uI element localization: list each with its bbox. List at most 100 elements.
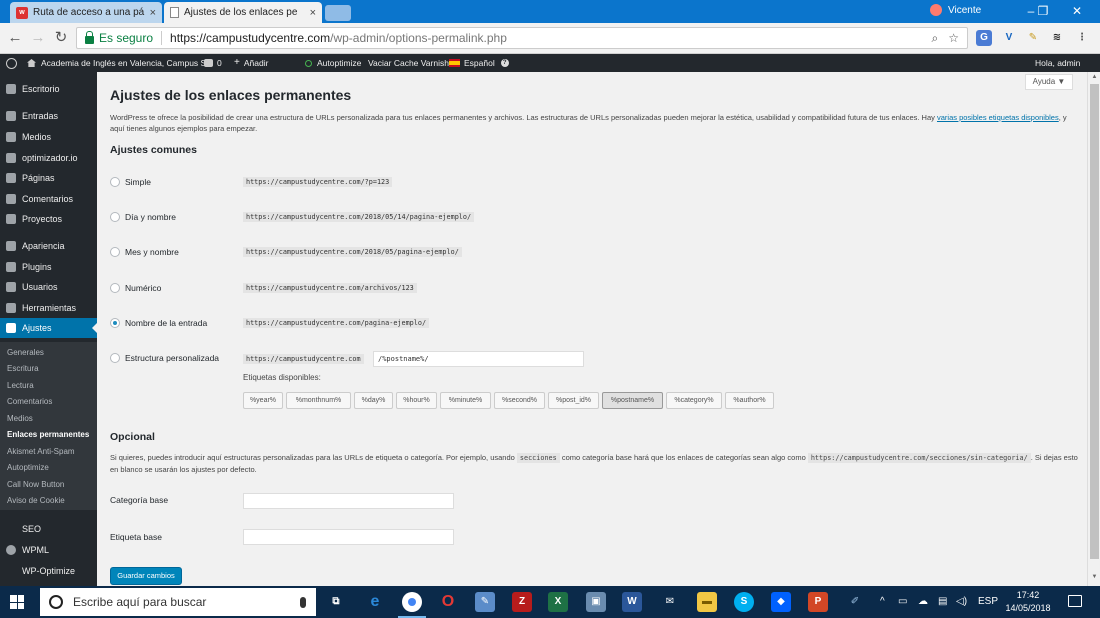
address-bar[interactable]: Es seguro https://campustudycentre.com/w… — [76, 27, 968, 49]
help-icon[interactable]: ? — [500, 59, 509, 67]
tag-monthnum-button[interactable]: %monthnum% — [286, 392, 351, 409]
tag-second-button[interactable]: %second% — [494, 392, 545, 409]
close-tab-icon[interactable]: × — [310, 7, 316, 19]
scroll-down-icon[interactable]: ▼ — [1090, 574, 1099, 583]
network-icon[interactable]: ▤ — [938, 586, 947, 618]
sidebar-item-wp-optimize[interactable]: WP-Optimize — [0, 561, 97, 581]
sidebar-item-medios[interactable]: Medios — [0, 127, 97, 147]
submenu-escritura[interactable]: Escritura — [7, 362, 39, 376]
action-center-icon[interactable] — [1068, 595, 1082, 607]
word-icon[interactable]: W — [622, 592, 642, 612]
radio-button[interactable] — [110, 247, 120, 257]
back-button[interactable]: ← — [6, 29, 24, 47]
sidebar-item-usuarios[interactable]: Usuarios — [0, 277, 97, 297]
submenu-lectura[interactable]: Lectura — [7, 379, 34, 393]
submenu-akismet[interactable]: Akismet Anti-Spam — [7, 445, 75, 459]
taskbar-search[interactable]: Escribe aquí para buscar — [40, 588, 316, 616]
available-tags-link[interactable]: varias posibles etiquetas disponibles — [937, 113, 1059, 122]
bookmark-star-icon[interactable]: ☆ — [948, 31, 959, 46]
option-numerico[interactable]: Numérico — [110, 281, 161, 295]
opera-icon[interactable]: O — [438, 592, 458, 612]
tag-postname-button[interactable]: %postname% — [602, 392, 663, 409]
powerpoint-icon[interactable]: P — [808, 592, 828, 612]
chrome-icon[interactable] — [398, 592, 426, 618]
notepad-icon[interactable]: ✐ — [845, 592, 865, 612]
new-content-link[interactable]: + Añadir — [234, 54, 268, 72]
tag-minute-button[interactable]: %minute% — [440, 392, 491, 409]
sidebar-item-paginas[interactable]: Páginas — [0, 168, 97, 188]
task-view-icon[interactable]: ⧉ — [326, 592, 346, 612]
sidebar-item-escritorio[interactable]: Escritorio — [0, 79, 97, 99]
option-estructura-personalizada[interactable]: Estructura personalizada — [110, 351, 219, 365]
save-changes-button[interactable]: Guardar cambios — [110, 567, 182, 585]
sidebar-item-plugins[interactable]: Plugins — [0, 257, 97, 277]
tray-chevron-icon[interactable]: ^ — [880, 586, 885, 618]
paint-icon[interactable]: ✎ — [475, 592, 495, 612]
varnish-link[interactable]: Vaciar Cache Varnish — [368, 54, 449, 72]
submenu-enlaces-permanentes[interactable]: Enlaces permanentes — [7, 428, 89, 442]
category-base-input[interactable] — [243, 493, 454, 509]
language-switcher[interactable]: Español ? — [449, 54, 509, 72]
layers-extension-icon[interactable]: ≋ — [1049, 30, 1065, 46]
tab-ruta-de-acceso[interactable]: w Ruta de acceso a una pá × — [10, 2, 162, 23]
mail-icon[interactable]: ✉ — [660, 592, 680, 612]
submenu-generales[interactable]: Generales — [7, 346, 44, 360]
pencil-extension-icon[interactable]: ✎ — [1025, 30, 1041, 46]
scroll-thumb[interactable] — [1090, 84, 1099, 559]
file-explorer-icon[interactable]: ▬ — [697, 592, 717, 612]
battery-icon[interactable]: ▭ — [898, 586, 907, 618]
radio-button[interactable] — [110, 283, 120, 293]
submenu-autoptimize[interactable]: Autoptimize — [7, 461, 49, 475]
sidebar-item-ajustes[interactable]: Ajustes — [0, 318, 97, 338]
my-account-link[interactable]: Hola, admin — [1035, 54, 1080, 72]
sidebar-item-apariencia[interactable]: Apariencia — [0, 236, 97, 256]
submenu-medios[interactable]: Medios — [7, 412, 33, 426]
sidebar-item-optimizador[interactable]: optimizador.io — [0, 148, 97, 168]
close-tab-icon[interactable]: × — [150, 7, 156, 19]
radio-button-selected[interactable] — [110, 318, 120, 328]
excel-icon[interactable]: X — [548, 592, 568, 612]
volume-icon[interactable]: ◁) — [956, 586, 967, 618]
custom-structure-input[interactable] — [373, 351, 584, 367]
option-dia-nombre[interactable]: Día y nombre — [110, 210, 176, 224]
v-extension-icon[interactable]: V — [1001, 30, 1017, 46]
skype-icon[interactable]: S — [734, 592, 754, 612]
site-name-link[interactable]: Academia de Inglés en Valencia, Campus S… — [27, 54, 213, 72]
forward-button[interactable]: → — [29, 29, 47, 47]
filezilla-icon[interactable]: Z — [512, 592, 532, 612]
sidebar-item-proyectos[interactable]: Proyectos — [0, 209, 97, 229]
menu-dots-icon[interactable]: ⋮ — [1074, 30, 1090, 46]
submenu-aviso-cookie[interactable]: Aviso de Cookie — [7, 494, 65, 508]
system-clock[interactable]: 17:42 14/05/2018 — [1000, 589, 1056, 615]
submenu-comentarios[interactable]: Comentarios — [7, 395, 52, 409]
tag-author-button[interactable]: %author% — [725, 392, 774, 409]
tag-post-id-button[interactable]: %post_id% — [548, 392, 599, 409]
sidebar-item-seo[interactable]: SEO — [0, 519, 97, 539]
tag-day-button[interactable]: %day% — [354, 392, 393, 409]
scroll-up-icon[interactable]: ▲ — [1090, 74, 1099, 83]
radio-button[interactable] — [110, 177, 120, 187]
sidebar-item-wpml[interactable]: WPML — [0, 540, 97, 560]
reload-button[interactable]: ↻ — [52, 29, 70, 47]
wordpress-logo-icon[interactable] — [6, 54, 21, 72]
windows-start-icon[interactable] — [10, 595, 24, 609]
option-mes-nombre[interactable]: Mes y nombre — [110, 245, 179, 259]
dropbox-icon[interactable]: ◆ — [771, 592, 791, 612]
sidebar-item-comentarios[interactable]: Comentarios — [0, 189, 97, 209]
comments-link[interactable]: 0 — [204, 54, 222, 72]
microphone-icon[interactable] — [300, 596, 306, 608]
tab-ajustes-enlaces[interactable]: Ajustes de los enlaces pe × — [164, 2, 322, 23]
language-indicator[interactable]: ESP — [978, 586, 998, 618]
sidebar-item-entradas[interactable]: Entradas — [0, 106, 97, 126]
submenu-call-now-button[interactable]: Call Now Button — [7, 478, 64, 492]
autoptimize-link[interactable]: Autoptimize — [305, 54, 361, 72]
tag-hour-button[interactable]: %hour% — [396, 392, 437, 409]
tag-year-button[interactable]: %year% — [243, 392, 283, 409]
page-scrollbar[interactable]: ▲ ▼ — [1087, 72, 1100, 586]
radio-button[interactable] — [110, 212, 120, 222]
help-tab-button[interactable]: Ayuda ▼ — [1025, 74, 1073, 90]
close-window-button[interactable]: ✕ — [1054, 0, 1100, 23]
window-app-icon[interactable]: ▣ — [586, 592, 606, 612]
option-nombre-entrada[interactable]: Nombre de la entrada — [110, 316, 207, 330]
radio-button[interactable] — [110, 353, 120, 363]
